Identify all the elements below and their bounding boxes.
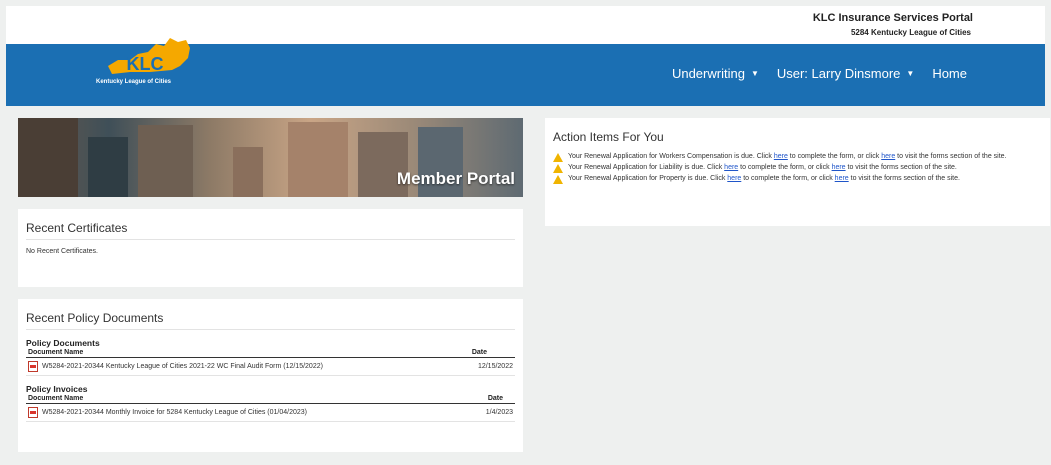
action-item-workers-comp: Your Renewal Application for Workers Com… [553, 152, 1042, 162]
nav-home[interactable]: Home [932, 66, 967, 81]
action-text-mid: to complete the form, or click [738, 164, 832, 171]
member-portal-banner: Member Portal [18, 118, 523, 197]
caret-down-icon: ▼ [750, 69, 759, 78]
no-certificates-text: No Recent Certificates. [26, 248, 98, 255]
forms-section-link[interactable]: here [835, 175, 849, 182]
recent-policy-documents-title: Recent Policy Documents [26, 311, 515, 330]
action-text-mid: to complete the form, or click [787, 153, 882, 160]
table-row: W5284-2021-20344 Kentucky League of Citi… [26, 358, 515, 376]
logo-text: KLC [127, 54, 164, 74]
document-link[interactable]: W5284-2021-20344 Kentucky League of Citi… [28, 361, 323, 372]
invoice-date: 1/4/2023 [485, 409, 513, 416]
forms-section-link[interactable]: here [881, 153, 895, 160]
complete-form-link[interactable]: here [727, 175, 741, 182]
nav-home-label: Home [932, 66, 967, 81]
document-date: 12/15/2022 [477, 363, 513, 370]
action-text-pre: Your Renewal Application for Liability i… [568, 164, 725, 171]
warning-icon [553, 175, 563, 184]
action-item-text: Your Renewal Application for Liability i… [568, 163, 957, 173]
policy-documents-heading: Policy Documents [26, 338, 100, 348]
nav-underwriting-label: Underwriting [671, 66, 745, 81]
logo-subtitle: Kentucky League of Cities [96, 79, 172, 85]
banner-building [138, 125, 193, 197]
invoice-link[interactable]: W5284-2021-20344 Monthly Invoice for 528… [28, 407, 307, 418]
banner-building [18, 118, 78, 197]
action-item-property: Your Renewal Application for Property is… [553, 174, 1042, 184]
table-row: W5284-2021-20344 Monthly Invoice for 528… [26, 404, 515, 422]
complete-form-link[interactable]: here [774, 153, 788, 160]
pdf-icon [28, 407, 38, 418]
nav-user-label: User: Larry Dinsmore [776, 66, 901, 81]
document-name: W5284-2021-20344 Kentucky League of Citi… [42, 363, 323, 370]
warning-icon [553, 164, 563, 173]
portal-subtitle: 5284 Kentucky League of Cities [850, 28, 971, 37]
nav-menu: Underwriting ▼ User: Larry Dinsmore ▼ Ho… [654, 66, 967, 81]
warning-icon [553, 153, 563, 162]
action-items-title: Action Items For You [553, 130, 664, 144]
action-item-liability: Your Renewal Application for Liability i… [553, 163, 1042, 173]
navbar: KLC Kentucky League of Cities Underwriti… [6, 38, 1045, 106]
nav-user-menu[interactable]: User: Larry Dinsmore ▼ [777, 66, 914, 81]
column-document-name: Document Name [28, 395, 84, 402]
recent-certificates-title: Recent Certificates [26, 221, 515, 240]
action-text-mid: to complete the form, or click [741, 175, 835, 182]
column-document-name: Document Name [28, 349, 84, 356]
pdf-icon [28, 361, 38, 372]
action-text-post: to visit the forms section of the site. [848, 175, 960, 182]
action-text-post: to visit the forms section of the site. [895, 153, 1007, 160]
banner-building [233, 147, 263, 197]
action-item-text: Your Renewal Application for Workers Com… [568, 152, 1007, 162]
action-text-pre: Your Renewal Application for Property is… [568, 175, 728, 182]
action-item-text: Your Renewal Application for Property is… [568, 174, 960, 184]
column-date: Date [487, 395, 503, 402]
banner-title: Member Portal [396, 169, 515, 188]
column-date: Date [471, 349, 487, 356]
nav-underwriting[interactable]: Underwriting ▼ [672, 66, 759, 81]
forms-section-link[interactable]: here [832, 164, 846, 171]
invoice-name: W5284-2021-20344 Monthly Invoice for 528… [42, 409, 308, 416]
complete-form-link[interactable]: here [724, 164, 738, 171]
policy-invoices-table-header: Document Name Date [26, 394, 515, 404]
recent-policy-documents-panel: Recent Policy Documents Policy Documents… [18, 299, 523, 452]
caret-down-icon: ▼ [906, 69, 915, 78]
policy-invoices-heading: Policy Invoices [26, 384, 88, 394]
banner-building [88, 137, 128, 197]
recent-certificates-panel: Recent Certificates No Recent Certificat… [18, 209, 523, 287]
action-text-pre: Your Renewal Application for Workers Com… [568, 153, 774, 160]
portal-title: KLC Insurance Services Portal [812, 12, 973, 24]
banner-building [288, 122, 348, 197]
action-items-panel: Action Items For You Your Renewal Applic… [545, 118, 1050, 226]
action-text-post: to visit the forms section of the site. [845, 164, 957, 171]
policy-documents-table-header: Document Name Date [26, 348, 515, 358]
